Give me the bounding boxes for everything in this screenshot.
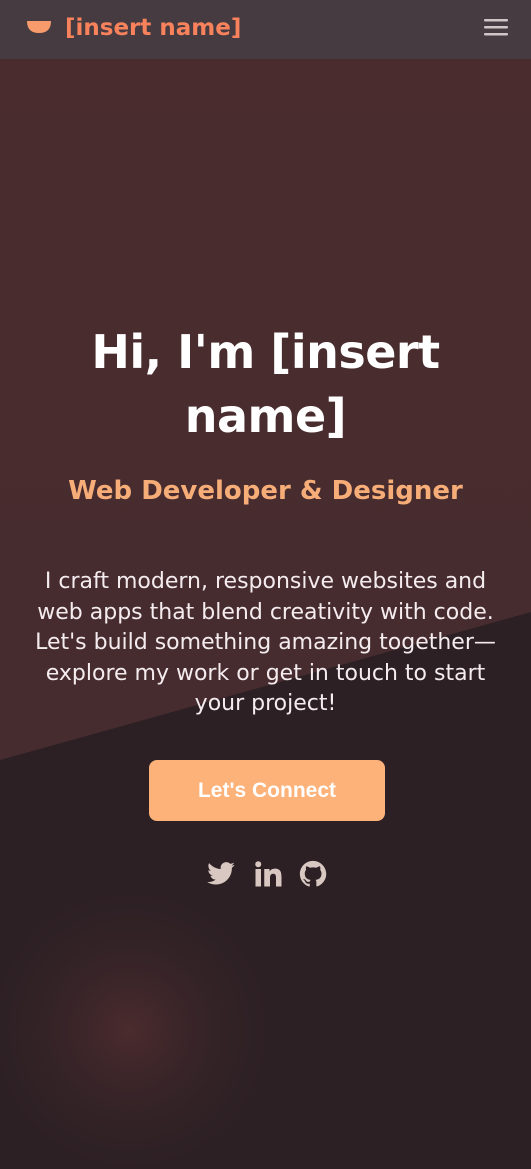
hero-title: Hi, I'm [insert name]: [91, 325, 440, 443]
hero-subtitle: Web Developer & Designer: [68, 476, 463, 506]
github-link[interactable]: [298, 859, 328, 889]
hamburger-menu-icon: [484, 19, 508, 36]
linkedin-link[interactable]: [253, 859, 283, 889]
brand-name[interactable]: [insert name]: [65, 12, 241, 44]
hero-description: I craft modern, responsive websites and …: [35, 569, 496, 716]
linkedin-icon: [255, 861, 282, 887]
hero-section: Hi, I'm [insert name] Web Developer & De…: [0, 59, 531, 1169]
bowl-icon: [27, 21, 51, 33]
social-links: [206, 859, 330, 891]
lets-connect-button[interactable]: Let's Connect: [149, 760, 385, 821]
twitter-link[interactable]: [206, 859, 236, 889]
github-icon: [299, 860, 327, 887]
hamburger-menu-button[interactable]: [480, 14, 512, 42]
twitter-icon: [207, 862, 235, 885]
site-header: [insert name]: [0, 0, 531, 59]
